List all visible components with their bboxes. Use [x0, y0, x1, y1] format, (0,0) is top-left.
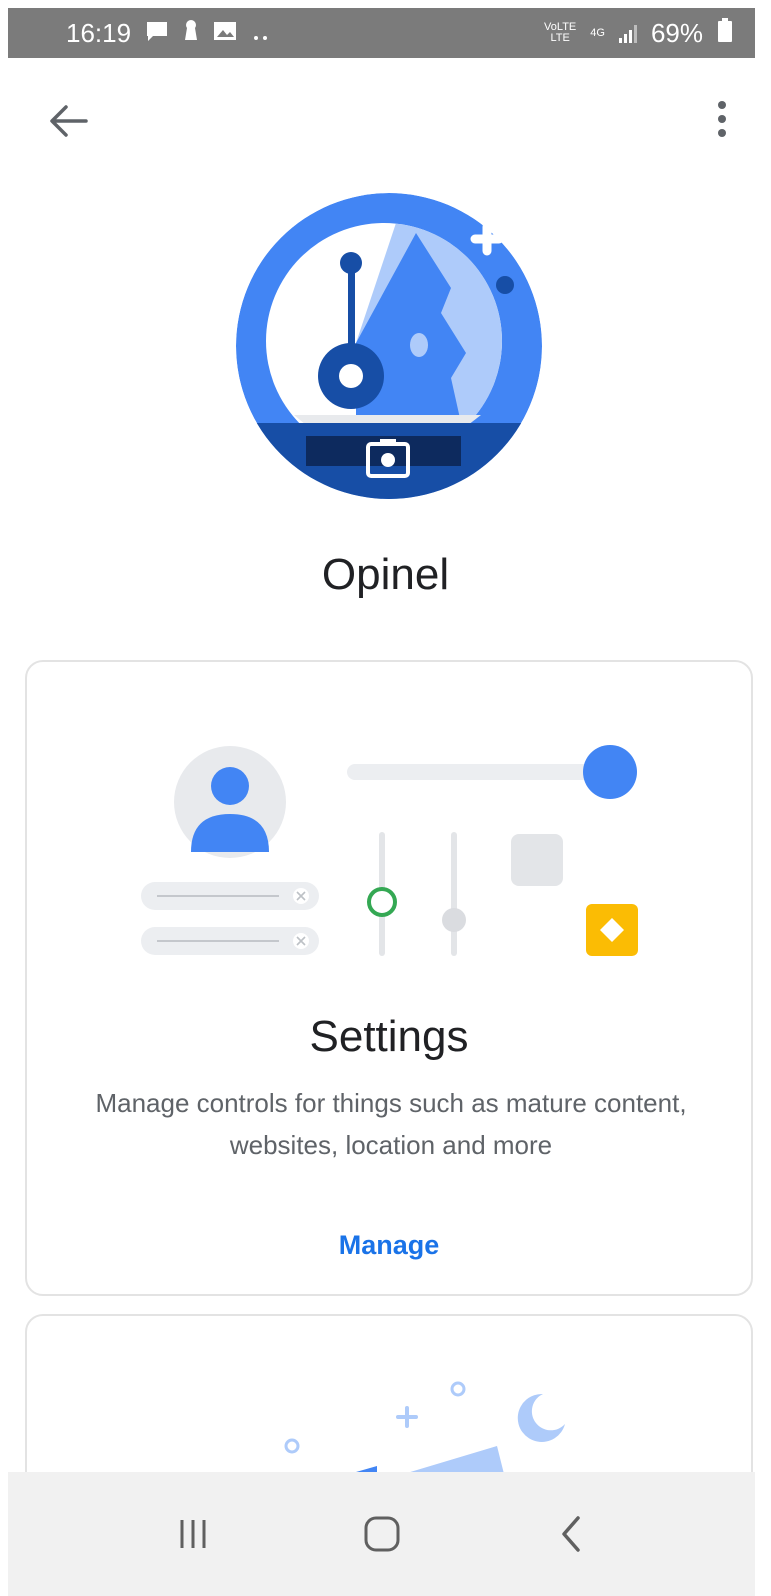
image-icon: [213, 18, 237, 49]
status-time: 16:19: [66, 17, 132, 48]
home-button[interactable]: [352, 1504, 412, 1564]
signal-icon: [618, 23, 637, 43]
more-vert-icon: [718, 101, 726, 137]
manage-button[interactable]: Manage: [27, 1230, 751, 1261]
back-nav-icon: [561, 1516, 580, 1552]
profile-avatar[interactable]: [236, 193, 542, 499]
status-bar: 16:19 VoLTE LTE 4G 69%: [8, 8, 755, 58]
back-nav-button[interactable]: [541, 1504, 601, 1564]
recent-apps-button[interactable]: [163, 1504, 223, 1564]
network-bottom: LTE: [550, 32, 570, 44]
more-options-button[interactable]: [700, 94, 744, 144]
system-nav-bar: [8, 1472, 755, 1596]
second-card-illustration: [247, 1366, 567, 1506]
back-button[interactable]: [40, 96, 96, 146]
home-icon: [364, 1516, 399, 1552]
network-type: 4G: [590, 26, 605, 39]
profile-name: Opinel: [321, 550, 450, 599]
settings-description: Manage controls for things such as matur…: [95, 1088, 687, 1160]
message-icon: [145, 18, 169, 49]
settings-title: Settings: [309, 1012, 469, 1061]
arrow-back-icon: [50, 105, 88, 137]
network-label: VoLTE LTE: [544, 22, 576, 44]
settings-card: Settings Manage controls for things such…: [25, 660, 753, 1296]
battery-percent: 69%: [650, 17, 703, 48]
status-right: VoLTE LTE 4G 69%: [544, 17, 733, 50]
status-left: 16:19: [66, 18, 271, 49]
battery-icon: [717, 17, 733, 50]
more-dots-icon: [251, 18, 271, 49]
keyhole-icon: [183, 18, 199, 49]
settings-illustration: [139, 742, 649, 972]
app-bar: [0, 58, 771, 178]
recent-apps-icon: [180, 1520, 205, 1548]
